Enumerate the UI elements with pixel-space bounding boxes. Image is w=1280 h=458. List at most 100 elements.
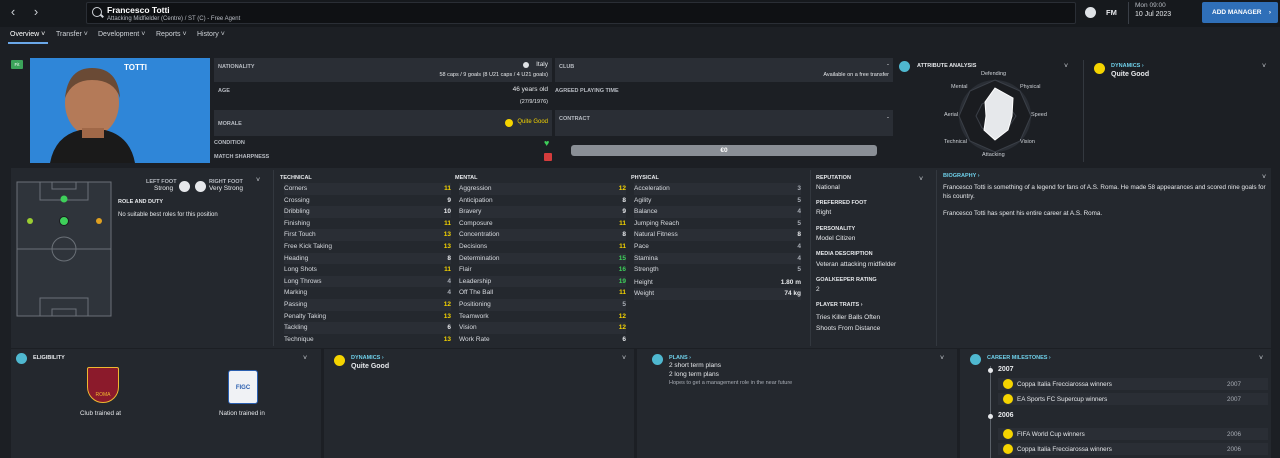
chevron-down-icon[interactable]: ˅ bbox=[622, 355, 628, 362]
attribute-value: 6 bbox=[622, 335, 626, 343]
attribute-row[interactable]: Dribbling 10 bbox=[284, 206, 451, 218]
attribute-row[interactable]: Pace 4 bbox=[634, 241, 801, 253]
preferred-foot-label: PREFERRED FOOT bbox=[816, 200, 867, 206]
attribute-row[interactable]: Technique 13 bbox=[284, 334, 451, 346]
mental-title: MENTAL bbox=[455, 175, 478, 181]
attribute-row[interactable]: Finishing 11 bbox=[284, 218, 451, 230]
milestone-row: FIFA World Cup winners 2006 bbox=[998, 428, 1268, 440]
tab-reports[interactable]: Reports ˅ bbox=[156, 31, 187, 38]
chevron-down-icon[interactable]: ˅ bbox=[1262, 174, 1268, 181]
attribute-name: Finishing bbox=[284, 219, 311, 227]
attribute-value: 12 bbox=[618, 312, 626, 320]
chevron-down-icon[interactable]: ˅ bbox=[1262, 63, 1268, 70]
attribute-row[interactable]: Balance 4 bbox=[634, 206, 801, 218]
plans-link[interactable]: PLANS › bbox=[669, 355, 691, 361]
attribute-row[interactable]: Concentration 8 bbox=[459, 229, 626, 241]
add-manager-label: ADD MANAGER bbox=[1212, 9, 1262, 16]
chevron-down-icon[interactable]: ˅ bbox=[303, 355, 309, 362]
milestone-year-value: 2006 bbox=[1226, 446, 1241, 453]
attribute-row[interactable]: Long Throws 4 bbox=[284, 275, 451, 288]
attribute-row[interactable]: Acceleration 3 bbox=[634, 183, 801, 195]
attribute-row[interactable]: Composure 11 bbox=[459, 218, 626, 230]
chevron-down-icon[interactable]: ˅ bbox=[256, 177, 262, 184]
game-clock[interactable]: Mon 09:00 10 Jul 2023 bbox=[1128, 2, 1198, 24]
chevron-down-icon[interactable]: ˅ bbox=[1259, 355, 1265, 362]
attribute-row[interactable]: Teamwork 12 bbox=[459, 311, 626, 323]
attribute-row[interactable]: Corners 11 bbox=[284, 183, 451, 195]
attribute-name: Jumping Reach bbox=[634, 219, 680, 227]
forward-icon[interactable]: › bbox=[28, 4, 44, 20]
age-value: 46 years old bbox=[512, 86, 548, 93]
chevron-down-icon[interactable]: ˅ bbox=[1064, 63, 1070, 70]
attribute-row[interactable]: Crossing 9 bbox=[284, 195, 451, 207]
attribute-row[interactable]: Leadership 19 bbox=[459, 275, 626, 288]
attribute-row[interactable]: Decisions 11 bbox=[459, 241, 626, 253]
add-manager-button[interactable]: ADD MANAGER › bbox=[1202, 2, 1278, 23]
dynamics-link[interactable]: DYNAMICS › bbox=[351, 355, 384, 361]
attribute-row[interactable]: Heading 8 bbox=[284, 252, 451, 265]
attribute-row[interactable]: Marking 4 bbox=[284, 287, 451, 299]
attribute-row[interactable]: Positioning 5 bbox=[459, 299, 626, 311]
attribute-value: 11 bbox=[619, 219, 626, 227]
player-traits-link[interactable]: PLAYER TRAITS › bbox=[816, 302, 863, 308]
attribute-row[interactable]: Tackling 6 bbox=[284, 322, 451, 334]
football-icon[interactable] bbox=[1085, 7, 1096, 18]
attribute-row[interactable]: Determination 15 bbox=[459, 252, 626, 265]
chevron-down-icon[interactable]: ˅ bbox=[940, 355, 946, 362]
short-term-plans: 2 short term plans bbox=[669, 362, 722, 369]
attribute-row[interactable]: Vision 12 bbox=[459, 322, 626, 334]
dynamics-link[interactable]: DYNAMICS › bbox=[1111, 63, 1144, 69]
condition-label: CONDITION bbox=[214, 140, 245, 146]
search-bar[interactable]: Francesco Totti Attacking Midfielder (Ce… bbox=[86, 2, 1076, 24]
chevron-down-icon[interactable]: ˅ bbox=[919, 176, 925, 183]
tab-overview[interactable]: Overview ˅ bbox=[10, 31, 45, 38]
weight-value: 74 kg bbox=[784, 290, 801, 297]
milestone-row: Coppa Italia Frecciarossa winners 2006 bbox=[998, 443, 1268, 455]
attribute-row[interactable]: Free Kick Taking 13 bbox=[284, 241, 451, 253]
wage-bar: €0 bbox=[571, 145, 877, 156]
attribute-row[interactable]: Work Rate 6 bbox=[459, 334, 626, 346]
weight-label: Weight bbox=[634, 290, 655, 297]
figc-logo: FIGC bbox=[228, 370, 258, 404]
attribute-row[interactable]: Passing 12 bbox=[284, 299, 451, 311]
attribute-name: Decisions bbox=[459, 243, 488, 250]
attribute-row[interactable]: Jumping Reach 5 bbox=[634, 218, 801, 230]
sharpness-icon bbox=[544, 153, 552, 161]
nationality-value[interactable]: Italy bbox=[536, 61, 548, 68]
playing-time-label: AGREED PLAYING TIME bbox=[555, 88, 619, 94]
right-foot-value: Very Strong bbox=[209, 185, 243, 192]
attribute-value: 11 bbox=[619, 243, 626, 250]
attribute-row[interactable]: Flair 16 bbox=[459, 264, 626, 276]
tab-development[interactable]: Development ˅ bbox=[98, 31, 145, 38]
attribute-value: 9 bbox=[622, 208, 626, 216]
fm-logo[interactable]: FM bbox=[1106, 8, 1117, 17]
attribute-name: Pace bbox=[634, 243, 649, 250]
left-foot-icon bbox=[179, 181, 190, 192]
back-icon[interactable]: ‹ bbox=[5, 4, 21, 20]
biography-link[interactable]: BIOGRAPHY › bbox=[943, 173, 980, 179]
morale-value[interactable]: Quite Good bbox=[517, 119, 548, 125]
tab-history[interactable]: History ˅ bbox=[197, 31, 225, 38]
attribute-name: Positioning bbox=[459, 301, 491, 308]
career-milestones-link[interactable]: CAREER MILESTONES › bbox=[987, 355, 1051, 361]
tab-transfer[interactable]: Transfer ˅ bbox=[56, 31, 88, 38]
attribute-value: 4 bbox=[447, 277, 451, 285]
attribute-row[interactable]: Anticipation 8 bbox=[459, 195, 626, 207]
attribute-row[interactable]: Strength 5 bbox=[634, 264, 801, 276]
attribute-row[interactable]: Bravery 9 bbox=[459, 206, 626, 218]
age-label: AGE bbox=[218, 88, 230, 94]
attribute-name: Crossing bbox=[284, 196, 310, 204]
attribute-row[interactable]: Natural Fitness 8 bbox=[634, 229, 801, 241]
attribute-row[interactable]: Agility 5 bbox=[634, 195, 801, 207]
attribute-row[interactable]: Off The Ball 11 bbox=[459, 287, 626, 299]
attribute-value: 15 bbox=[618, 254, 626, 262]
attribute-value: 13 bbox=[443, 243, 451, 250]
attribute-row[interactable]: First Touch 13 bbox=[284, 229, 451, 241]
attribute-row[interactable]: Aggression 12 bbox=[459, 183, 626, 195]
radar-label-technical: Technical bbox=[944, 139, 967, 145]
attribute-row[interactable]: Penalty Taking 13 bbox=[284, 311, 451, 323]
technical-title: TECHNICAL bbox=[280, 175, 312, 181]
attribute-row[interactable]: Long Shots 11 bbox=[284, 264, 451, 276]
attribute-row[interactable]: Stamina 4 bbox=[634, 252, 801, 265]
reputation-value: National bbox=[816, 184, 840, 191]
